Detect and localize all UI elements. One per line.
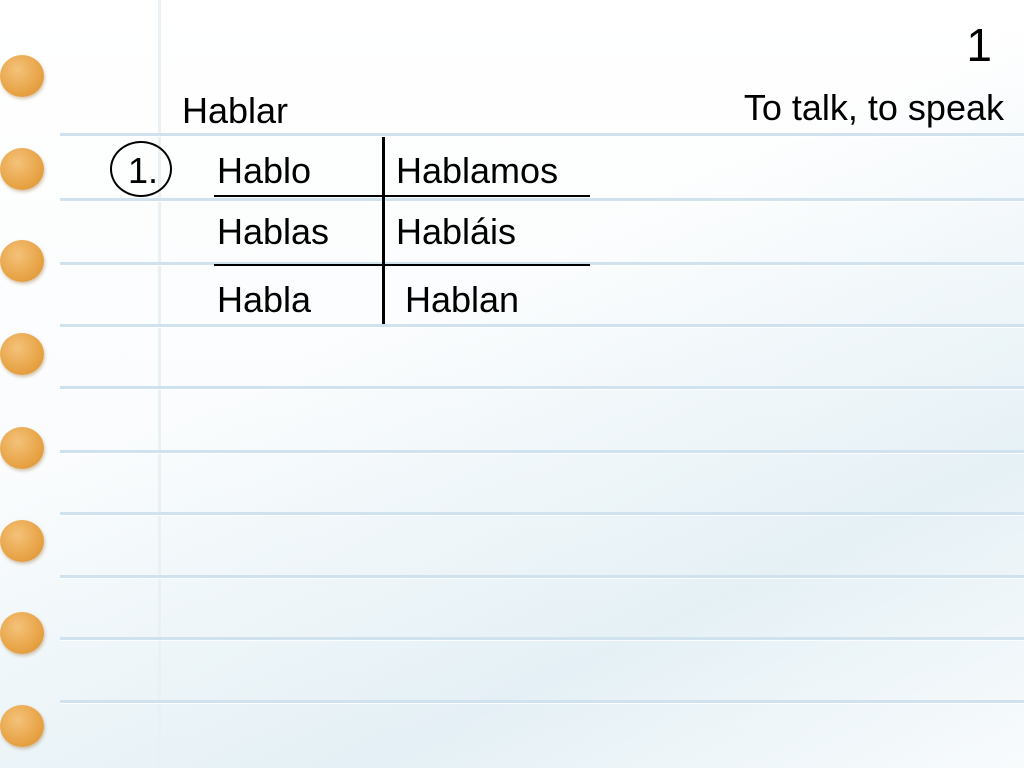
conjugation-vosotros: Habláis <box>396 211 517 252</box>
ruled-line <box>60 575 1024 578</box>
conjugation-el: Habla <box>217 279 312 320</box>
conjugation-ellos: Hablan <box>405 279 520 320</box>
verb-translation: To talk, to speak <box>743 87 1004 128</box>
binder-hole-icon <box>0 55 44 97</box>
conjugation-nosotros: Hablamos <box>396 150 559 191</box>
binder-hole-icon <box>0 148 44 190</box>
ruled-line <box>60 512 1024 515</box>
binder-hole-icon <box>0 427 44 469</box>
ruled-line <box>60 198 1024 201</box>
binder-hole-icon <box>0 520 44 562</box>
binder-hole-icon <box>0 333 44 375</box>
conjugation-tu: Hablas <box>217 211 330 252</box>
table-divider-horizontal <box>214 195 590 197</box>
binder-hole-icon <box>0 240 44 282</box>
binder-hole-icon <box>0 705 44 747</box>
ruled-line <box>60 700 1024 703</box>
ruled-line <box>60 133 1024 136</box>
ruled-line <box>60 637 1024 640</box>
ruled-line <box>60 386 1024 389</box>
table-divider-vertical <box>382 137 385 324</box>
conjugation-yo: Hablo <box>217 150 312 191</box>
margin-line <box>158 0 161 768</box>
item-number: 1. <box>128 150 159 191</box>
binder-hole-icon <box>0 612 44 654</box>
table-divider-horizontal <box>214 264 590 266</box>
ruled-line <box>60 324 1024 327</box>
ruled-line <box>60 450 1024 453</box>
page-number: 1 <box>966 19 992 71</box>
verb-infinitive: Hablar <box>182 90 289 131</box>
